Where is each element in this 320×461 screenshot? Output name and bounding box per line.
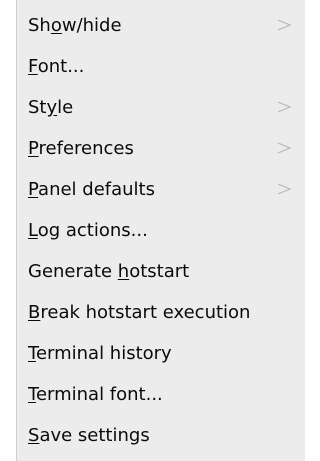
menu-item-label: Font...: [28, 56, 85, 77]
menu-item-show-hide[interactable]: Show/hide: [17, 5, 305, 46]
context-menu: Show/hide Font... Style Preferences Pane…: [16, 0, 305, 461]
menu-item-label: Terminal history: [28, 343, 172, 364]
menu-item-style[interactable]: Style: [17, 87, 305, 128]
menu-item-label: Save settings: [28, 425, 150, 446]
menu-item-panel-defaults[interactable]: Panel defaults: [17, 169, 305, 210]
submenu-arrow-icon: [277, 19, 291, 31]
menu-item-preferences[interactable]: Preferences: [17, 128, 305, 169]
menu-item-label: Break hotstart execution: [28, 302, 251, 323]
menu-item-label: Generate hotstart: [28, 261, 190, 282]
menu-item-break-hotstart-execution[interactable]: Break hotstart execution: [17, 292, 305, 333]
menu-item-generate-hotstart[interactable]: Generate hotstart: [17, 251, 305, 292]
menu-item-terminal-history[interactable]: Terminal history: [17, 333, 305, 374]
menu-item-label: Panel defaults: [28, 179, 155, 200]
menu-item-font[interactable]: Font...: [17, 46, 305, 87]
menu-item-label: Preferences: [28, 138, 134, 159]
menu-item-log-actions[interactable]: Log actions...: [17, 210, 305, 251]
submenu-arrow-icon: [277, 183, 291, 195]
menu-item-label: Log actions...: [28, 220, 148, 241]
menu-item-terminal-font[interactable]: Terminal font...: [17, 374, 305, 415]
menu-item-save-settings[interactable]: Save settings: [17, 415, 305, 456]
submenu-arrow-icon: [277, 101, 291, 113]
menu-item-label: Style: [28, 97, 74, 118]
submenu-arrow-icon: [277, 142, 291, 154]
menu-item-label: Terminal font...: [28, 384, 163, 405]
menu-item-label: Show/hide: [28, 15, 122, 36]
